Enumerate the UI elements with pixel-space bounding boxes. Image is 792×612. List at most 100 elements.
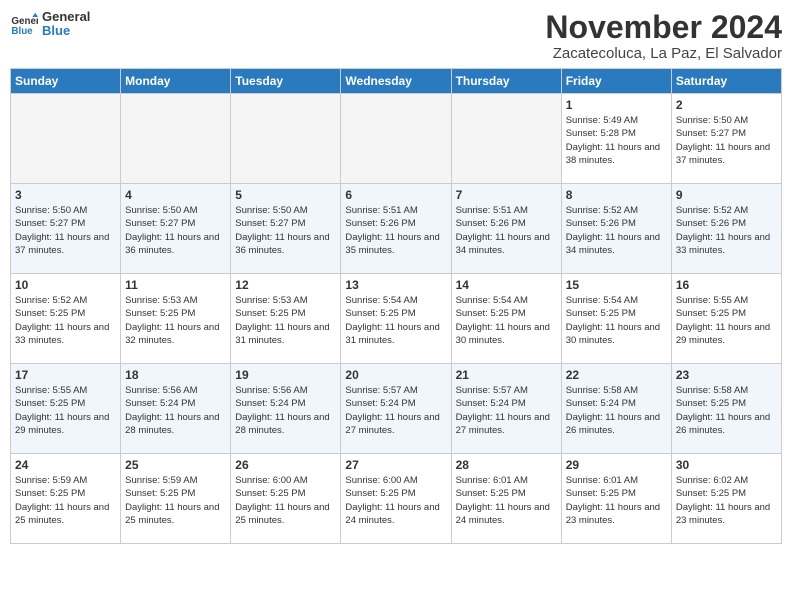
day-number: 26 [235,458,336,472]
day-number: 30 [676,458,777,472]
calendar-cell: 7Sunrise: 5:51 AM Sunset: 5:26 PM Daylig… [451,184,561,274]
day-number: 14 [456,278,557,292]
day-number: 1 [566,98,667,112]
day-number: 8 [566,188,667,202]
day-info: Sunrise: 5:56 AM Sunset: 5:24 PM Dayligh… [125,384,226,437]
day-info: Sunrise: 5:53 AM Sunset: 5:25 PM Dayligh… [125,294,226,347]
logo-line2: Blue [42,24,90,38]
calendar-cell [451,94,561,184]
day-number: 28 [456,458,557,472]
calendar-cell: 30 Sunrise: 6:02 AM Sunset: 5:25 PM Dayli… [671,454,781,544]
day-number: 22 [566,368,667,382]
weekday-header: Tuesday [231,69,341,94]
day-number: 9 [676,188,777,202]
calendar-cell: 20Sunrise: 5:57 AM Sunset: 5:24 PM Dayli… [341,364,451,454]
calendar-cell [11,94,121,184]
weekday-header: Monday [121,69,231,94]
day-number: 4 [125,188,226,202]
calendar-cell: 27 Sunrise: 6:00 AM Sunset: 5:25 PM Dayli… [341,454,451,544]
day-info: Sunrise: 5:50 AM Sunset: 5:27 PM Dayligh… [676,114,777,167]
day-info: Sunrise: 5:55 AM Sunset: 5:25 PM Dayligh… [15,384,116,437]
day-number: 17 [15,368,116,382]
calendar-cell [121,94,231,184]
month-title: November 2024 [545,10,782,45]
calendar-week-row: 3 Sunrise: 5:50 AM Sunset: 5:27 PM Daylig… [11,184,782,274]
weekday-header: Saturday [671,69,781,94]
day-number: 27 [345,458,446,472]
day-info: Sunrise: 5:59 AM Sunset: 5:25 PM Dayligh… [125,474,226,527]
day-info: Sunrise: 5:50 AM Sunset: 5:27 PM Dayligh… [235,204,336,257]
calendar-cell: 25 Sunrise: 5:59 AM Sunset: 5:25 PM Dayli… [121,454,231,544]
weekday-header: Thursday [451,69,561,94]
calendar-cell: 4 Sunrise: 5:50 AM Sunset: 5:27 PM Daylig… [121,184,231,274]
day-number: 15 [566,278,667,292]
day-info: Sunrise: 5:52 AM Sunset: 5:26 PM Dayligh… [676,204,777,257]
day-number: 12 [235,278,336,292]
day-info: Sunrise: 5:50 AM Sunset: 5:27 PM Dayligh… [125,204,226,257]
svg-text:Blue: Blue [11,26,33,37]
day-number: 7 [456,188,557,202]
calendar-header-row: SundayMondayTuesdayWednesdayThursdayFrid… [11,69,782,94]
calendar-cell: 28 Sunrise: 6:01 AM Sunset: 5:25 PM Dayli… [451,454,561,544]
calendar-cell: 12 Sunrise: 5:53 AM Sunset: 5:25 PM Dayli… [231,274,341,364]
day-info: Sunrise: 5:53 AM Sunset: 5:25 PM Dayligh… [235,294,336,347]
calendar-cell: 16 Sunrise: 5:55 AM Sunset: 5:25 PM Dayli… [671,274,781,364]
calendar-cell: 22Sunrise: 5:58 AM Sunset: 5:24 PM Dayli… [561,364,671,454]
calendar-cell: 15 Sunrise: 5:54 AM Sunset: 5:25 PM Dayli… [561,274,671,364]
day-number: 11 [125,278,226,292]
day-info: Sunrise: 5:50 AM Sunset: 5:27 PM Dayligh… [15,204,116,257]
calendar-cell: 10 Sunrise: 5:52 AM Sunset: 5:25 PM Dayli… [11,274,121,364]
page-header: General Blue General Blue November 2024 … [10,10,782,62]
calendar-cell: 29 Sunrise: 6:01 AM Sunset: 5:25 PM Dayli… [561,454,671,544]
day-number: 23 [676,368,777,382]
calendar-cell: 19 Sunrise: 5:56 AM Sunset: 5:24 PM Dayli… [231,364,341,454]
calendar-cell: 1 Sunrise: 5:49 AM Sunset: 5:28 PM Daylig… [561,94,671,184]
day-number: 16 [676,278,777,292]
day-info: Sunrise: 5:49 AM Sunset: 5:28 PM Dayligh… [566,114,667,167]
day-number: 21 [456,368,557,382]
calendar-cell: 13 Sunrise: 5:54 AM Sunset: 5:25 PM Dayli… [341,274,451,364]
weekday-header: Wednesday [341,69,451,94]
day-info: Sunrise: 5:54 AM Sunset: 5:25 PM Dayligh… [456,294,557,347]
day-info: Sunrise: 5:51 AM Sunset: 5:26 PM Dayligh… [345,204,446,257]
day-info: Sunrise: 5:56 AM Sunset: 5:24 PM Dayligh… [235,384,336,437]
day-info: Sunrise: 5:59 AM Sunset: 5:25 PM Dayligh… [15,474,116,527]
calendar-cell: 5 Sunrise: 5:50 AM Sunset: 5:27 PM Daylig… [231,184,341,274]
day-number: 3 [15,188,116,202]
day-info: Sunrise: 5:57 AM Sunset: 5:24 PM Dayligh… [456,384,557,437]
day-info: Sunrise: 5:54 AM Sunset: 5:25 PM Dayligh… [566,294,667,347]
day-number: 19 [235,368,336,382]
day-number: 18 [125,368,226,382]
day-info: Sunrise: 6:01 AM Sunset: 5:25 PM Dayligh… [566,474,667,527]
day-number: 29 [566,458,667,472]
day-info: Sunrise: 5:52 AM Sunset: 5:26 PM Dayligh… [566,204,667,257]
location-title: Zacatecoluca, La Paz, El Salvador [545,45,782,62]
day-info: Sunrise: 5:54 AM Sunset: 5:25 PM Dayligh… [345,294,446,347]
calendar-cell: 24Sunrise: 5:59 AM Sunset: 5:25 PM Dayli… [11,454,121,544]
calendar-table: SundayMondayTuesdayWednesdayThursdayFrid… [10,68,782,544]
calendar-week-row: 10 Sunrise: 5:52 AM Sunset: 5:25 PM Dayli… [11,274,782,364]
day-info: Sunrise: 6:01 AM Sunset: 5:25 PM Dayligh… [456,474,557,527]
day-number: 5 [235,188,336,202]
day-info: Sunrise: 5:57 AM Sunset: 5:24 PM Dayligh… [345,384,446,437]
day-number: 25 [125,458,226,472]
calendar-cell: 11 Sunrise: 5:53 AM Sunset: 5:25 PM Dayli… [121,274,231,364]
calendar-cell: 8 Sunrise: 5:52 AM Sunset: 5:26 PM Daylig… [561,184,671,274]
day-info: Sunrise: 5:52 AM Sunset: 5:25 PM Dayligh… [15,294,116,347]
calendar-cell: 23Sunrise: 5:58 AM Sunset: 5:25 PM Dayli… [671,364,781,454]
title-block: November 2024 Zacatecoluca, La Paz, El S… [545,10,782,62]
day-info: Sunrise: 5:55 AM Sunset: 5:25 PM Dayligh… [676,294,777,347]
day-number: 10 [15,278,116,292]
day-number: 13 [345,278,446,292]
weekday-header: Sunday [11,69,121,94]
day-info: Sunrise: 6:02 AM Sunset: 5:25 PM Dayligh… [676,474,777,527]
weekday-header: Friday [561,69,671,94]
calendar-cell: 6Sunrise: 5:51 AM Sunset: 5:26 PM Daylig… [341,184,451,274]
logo: General Blue General Blue [10,10,90,39]
day-info: Sunrise: 6:00 AM Sunset: 5:25 PM Dayligh… [345,474,446,527]
calendar-cell [231,94,341,184]
calendar-cell [341,94,451,184]
calendar-cell: 2Sunrise: 5:50 AM Sunset: 5:27 PM Daylig… [671,94,781,184]
calendar-week-row: 24Sunrise: 5:59 AM Sunset: 5:25 PM Dayli… [11,454,782,544]
calendar-cell: 21 Sunrise: 5:57 AM Sunset: 5:24 PM Dayli… [451,364,561,454]
